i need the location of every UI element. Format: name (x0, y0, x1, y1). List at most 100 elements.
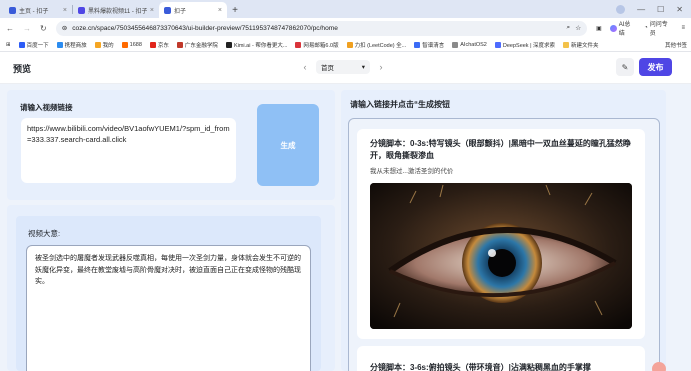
bookmark-label: AIchatOS2 (460, 41, 487, 48)
new-tab-icon[interactable]: + (227, 2, 243, 18)
bookmark-item[interactable]: 百度一下 (18, 41, 49, 49)
shot-subtitle: 我从未想过...激活圣剑的代价 (370, 168, 454, 175)
back-icon[interactable]: ← (6, 24, 14, 33)
summary-label: 视频大意: (28, 229, 61, 238)
bookmark-favicon-icon (346, 41, 353, 48)
ai-summary-button[interactable]: AI总结 (609, 19, 636, 37)
extensions-icon[interactable]: ▣ (596, 25, 602, 32)
bookmark-item[interactable]: 智谱清言 (414, 41, 444, 49)
bookmark-label: 1688 (129, 41, 142, 48)
bookmark-favicon-icon (452, 41, 459, 48)
forward-icon[interactable]: → (23, 24, 31, 33)
bookmark-label: 力扣 (LeetCode) 全... (354, 42, 407, 49)
app-header: 预览 ‹ 首页 ▾ › (0, 52, 691, 84)
bookmark-label: DeepSeek | 深度求索 (502, 42, 556, 49)
bookmarks-bar: ⊞ 百度一下 携程商旅 我的 1688 京东 广东金融学院 Kimi.ai - 帮你看更大.… (0, 38, 691, 52)
apps-icon[interactable]: ⊞ (6, 42, 11, 48)
browser-tab-video[interactable]: 黑料爆款视频11 - 扣子 × (73, 2, 159, 18)
browser-tab-strip: 主页 - 扣子 × 黑料爆款视频11 - 扣子 × 扣子 × + — ☐ ✕ (0, 0, 691, 18)
url-text: coze.cn/space/7503455646873370643/ui-bui… (72, 24, 338, 32)
bookmark-item[interactable]: 网易邮箱6.0版 (295, 41, 339, 49)
browser-toolbar-right: ▣ AI总结 ◔ 问问专员 ≡ (596, 19, 685, 37)
site-info-icon[interactable]: ⊜ (62, 24, 68, 32)
close-icon[interactable]: × (63, 7, 67, 14)
bookmark-label: 广东金融学院 (184, 42, 218, 49)
url-label: 请输入视频链接 (20, 103, 73, 112)
page-select[interactable]: 首页 ▾ (316, 60, 370, 74)
ai-icon (609, 24, 617, 32)
shot-title: 分镜脚本：3-6s:俯拍镜头（带环境音）|沾满粘稠黑血的手掌撑 (370, 363, 591, 371)
bookmark-favicon-icon (295, 41, 302, 48)
assistant-avatar-icon[interactable] (652, 362, 666, 371)
bookmark-item[interactable]: 1688 (121, 41, 142, 48)
minimize-icon[interactable]: — (637, 5, 645, 14)
tab-title: 主页 - 扣子 (19, 8, 49, 15)
bookmark-label: 智谱清言 (422, 42, 445, 49)
page-navigator: ‹ 首页 ▾ › (300, 60, 386, 74)
bookmark-label: 网易邮箱6.0版 (303, 42, 339, 49)
bookmark-favicon-icon (149, 41, 156, 48)
bell-icon: ◔ (644, 25, 648, 31)
close-icon[interactable]: × (218, 7, 222, 14)
window-controls: — ☐ ✕ (616, 0, 691, 18)
bookmark-favicon-icon (121, 41, 128, 48)
close-window-icon[interactable]: ✕ (676, 5, 683, 14)
menu-icon[interactable]: ≡ (681, 25, 685, 31)
page-select-value: 首页 (321, 65, 334, 72)
bookmark-item[interactable]: Kimi.ai - 帮你看更大... (225, 41, 288, 49)
bookmark-item[interactable]: 携程商旅 (56, 41, 87, 49)
bookmark-item[interactable]: DeepSeek | 深度求索 (494, 41, 556, 49)
summary-textarea[interactable]: 被圣剑选中的屠魔者发现武器反噬真相，每使用一次圣剑力量，身体就会发生不可逆的妖魔… (26, 245, 311, 371)
reload-icon[interactable]: ↻ (40, 24, 47, 33)
address-bar-row: ← → ↻ ⊜ coze.cn/space/750345564687337064… (0, 18, 691, 38)
bookmark-label: 新建文件夹 (571, 42, 599, 49)
generate-button[interactable]: 生成 (257, 104, 319, 186)
storyboard-heading: 请输入链接并点击“生成按钮 (350, 100, 450, 109)
bookmark-item[interactable]: 我的 (94, 41, 114, 49)
bookmark-favicon-icon (18, 41, 25, 48)
publish-button[interactable]: 发布 (639, 58, 672, 76)
browser-tab-active[interactable]: 扣子 × (159, 2, 227, 18)
shot-image (370, 183, 632, 329)
bookmark-item[interactable]: 京东 (149, 41, 169, 49)
bookmark-label: 京东 (157, 42, 169, 49)
search-icon[interactable]: ⌕ (566, 24, 570, 32)
ask-assistant-label: 问问专员 (649, 22, 668, 37)
bookmark-favicon-icon (414, 41, 421, 48)
profile-avatar-icon[interactable] (616, 4, 626, 14)
chevron-right-icon[interactable]: › (376, 62, 386, 72)
bookmark-favicon-icon (56, 41, 63, 48)
coze-favicon-icon (9, 6, 16, 14)
video-url-input[interactable]: https://www.bilibili.com/video/BV1aofwYU… (21, 118, 236, 183)
bookmark-label: 携程商旅 (64, 42, 87, 49)
bookmark-star-icon[interactable]: ☆ (575, 24, 581, 32)
bookmark-favicon-icon (94, 41, 101, 48)
bookmark-label: 百度一下 (26, 42, 49, 49)
bookmark-favicon-icon (494, 41, 501, 48)
chevron-down-icon: ▾ (361, 64, 365, 71)
other-bookmarks[interactable]: 其他书签 (658, 38, 687, 51)
ai-summary-label: AI总结 (618, 22, 631, 37)
bookmark-item[interactable]: 新建文件夹 (563, 41, 599, 49)
bookmark-favicon-icon (563, 41, 570, 48)
eye-image (370, 183, 632, 329)
bookmark-item[interactable]: AIchatOS2 (452, 41, 487, 48)
page-title: 预览 (13, 64, 32, 74)
tab-title: 扣子 (174, 8, 187, 15)
url-input[interactable]: ⊜ coze.cn/space/7503455646873370643/ui-b… (55, 20, 588, 36)
coze-favicon-icon (78, 6, 85, 14)
maximize-icon[interactable]: ☐ (657, 5, 664, 14)
chevron-left-icon[interactable]: ‹ (300, 62, 310, 72)
bookmark-favicon-icon (225, 41, 232, 48)
coze-favicon-icon (164, 6, 171, 14)
bookmark-item[interactable]: 力扣 (LeetCode) 全... (346, 41, 407, 49)
ask-assistant-button[interactable]: ◔ 问问专员 (644, 19, 673, 37)
bookmark-favicon-icon (176, 41, 183, 48)
close-icon[interactable]: × (150, 7, 154, 14)
bookmark-item[interactable]: 广东金融学院 (176, 41, 218, 49)
brush-icon[interactable]: ✎ (616, 58, 634, 76)
bookmark-label: Kimi.ai - 帮你看更大... (233, 42, 288, 49)
shot-title: 分镜脚本：0-3s:特写镜头（眼部颤抖）|黑暗中一双血丝蔓延的瞳孔猛然睁开，眼角… (370, 139, 631, 160)
browser-tab-home[interactable]: 主页 - 扣子 × (4, 2, 72, 18)
bookmark-label: 我的 (102, 42, 114, 49)
